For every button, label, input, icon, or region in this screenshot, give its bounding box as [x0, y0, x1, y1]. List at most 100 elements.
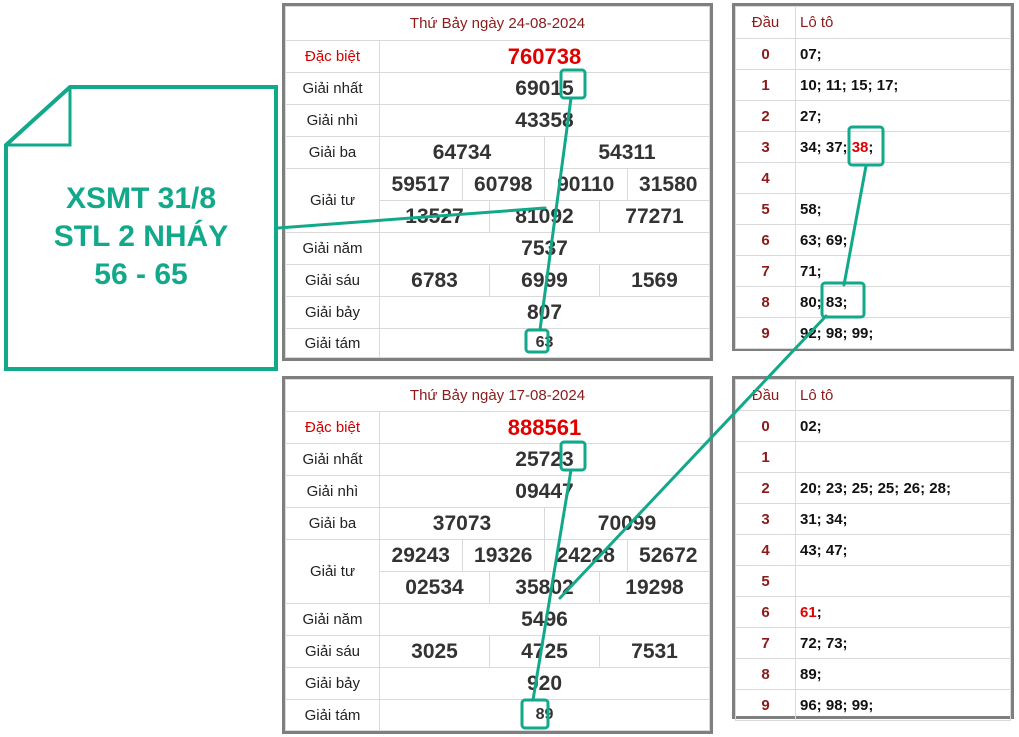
prize-label-first: Giải nhất: [285, 72, 380, 105]
prize-label-seventh: Giải bảy: [285, 296, 380, 329]
prize-fourth-5: 02534: [379, 571, 490, 604]
loto-dau: 6: [735, 596, 796, 628]
prize-seventh: 807: [379, 296, 710, 329]
loto-row: 4 43; 47;: [735, 534, 1011, 566]
loto-number: 15;: [850, 76, 873, 94]
loto-row: 8 80; 83;: [735, 286, 1011, 318]
prize-label-eighth: Giải tám: [285, 328, 380, 358]
prize-fourth-7: 19298: [599, 571, 710, 604]
prize-label-second: Giải nhì: [285, 104, 380, 137]
loto-values: [795, 565, 1011, 597]
prize-fourth-4: 31580: [626, 168, 710, 201]
loto-number: 83;: [825, 293, 848, 311]
loto-row: 1: [735, 441, 1011, 473]
loto-values: 43; 47;: [795, 534, 1011, 566]
loto-dau: 5: [735, 193, 796, 225]
loto-dau: 4: [735, 162, 796, 194]
loto-number: 20;: [800, 479, 822, 497]
prize-fourth-2: 60798: [461, 168, 545, 201]
loto-values: 20; 23; 25; 25; 26; 28;: [795, 472, 1011, 504]
loto-values: 72; 73;: [795, 627, 1011, 659]
prize-fourth-3: 90110: [544, 168, 628, 201]
loto-dau: 9: [735, 689, 796, 721]
prize-sixth-3: 1569: [599, 264, 710, 297]
loto-number: 73;: [825, 634, 848, 652]
loto-row: 0 07;: [735, 38, 1011, 70]
prize-special: 888561: [379, 411, 710, 444]
loto-number: 96;: [800, 696, 822, 714]
loto-number: 11;: [825, 76, 847, 94]
prize-first: 69015: [379, 72, 710, 105]
loto-head-loto: Lô tô: [795, 379, 1011, 411]
prize-label-third: Giải ba: [285, 507, 380, 540]
loto-row: 9 96; 98; 99;: [735, 689, 1011, 721]
loto-dau: 7: [735, 255, 796, 287]
loto-number: 47;: [825, 541, 848, 559]
loto-values: 07;: [795, 38, 1011, 70]
prize-label-eighth: Giải tám: [285, 699, 380, 731]
loto-row: 2 27;: [735, 100, 1011, 132]
prize-label-first: Giải nhất: [285, 443, 380, 476]
prize-label-sixth: Giải sáu: [285, 264, 380, 297]
loto-number: 99;: [851, 324, 874, 342]
loto-table-bottom: Đầu Lô tô 0 02; 1 2 20; 23; 25; 25; 26; 28; 3…: [732, 376, 1014, 721]
loto-number: 26;: [903, 479, 926, 497]
loto-number: 25;: [851, 479, 874, 497]
prize-fourth-7: 77271: [599, 200, 710, 233]
loto-dau: 1: [735, 69, 796, 101]
loto-number: 63;: [800, 231, 822, 249]
loto-row: 6 63; 69;: [735, 224, 1011, 256]
loto-values: 61;: [795, 596, 1011, 628]
loto-number: 31;: [800, 510, 822, 528]
loto-dau: 2: [735, 100, 796, 132]
prize-label-special: Đặc biệt: [285, 40, 380, 73]
prize-second: 09447: [379, 475, 710, 508]
loto-dau: 4: [735, 534, 796, 566]
loto-dau: 0: [735, 410, 796, 442]
loto-row: 0 02;: [735, 410, 1011, 442]
prize-sixth-1: 3025: [379, 635, 490, 668]
result-table-top: Thứ Bảy ngày 24-08-2024 Đặc biệt 760738 …: [282, 3, 713, 361]
prize-label-sixth: Giải sáu: [285, 635, 380, 668]
loto-number: 23;: [825, 479, 848, 497]
prize-sixth-2: 6999: [489, 264, 600, 297]
prize-eighth: 63: [379, 328, 710, 358]
prize-label-fourth: Giải tư: [285, 539, 380, 604]
loto-values: 71;: [795, 255, 1011, 287]
prize-fifth: 5496: [379, 603, 710, 636]
loto-values: 89;: [795, 658, 1011, 690]
loto-row: 9 92; 98; 99;: [735, 317, 1011, 349]
loto-row: 4: [735, 162, 1011, 194]
loto-number: 61: [800, 603, 817, 621]
draw-date: Thứ Bảy ngày 17-08-2024: [285, 379, 710, 412]
loto-values: [795, 441, 1011, 473]
loto-head-dau: Đầu: [735, 6, 796, 39]
loto-head-loto: Lô tô: [795, 6, 1011, 39]
loto-values: 34; 37; 38;: [795, 131, 1011, 163]
loto-row: 3 31; 34;: [735, 503, 1011, 535]
loto-number: 89;: [800, 665, 822, 683]
loto-number: 34;: [825, 510, 848, 528]
prize-sixth-1: 6783: [379, 264, 490, 297]
prize-third-1: 64734: [379, 136, 545, 169]
prize-first: 25723: [379, 443, 710, 476]
loto-number: ;: [816, 603, 822, 621]
loto-number: 99;: [851, 696, 874, 714]
prize-label-seventh: Giải bảy: [285, 667, 380, 700]
prize-third-2: 70099: [544, 507, 710, 540]
loto-values: 31; 34;: [795, 503, 1011, 535]
loto-dau: 3: [735, 503, 796, 535]
loto-number: 27;: [800, 107, 822, 125]
loto-number: 69;: [825, 231, 848, 249]
loto-number: 98;: [825, 696, 848, 714]
loto-dau: 0: [735, 38, 796, 70]
prize-fourth-1: 29243: [379, 539, 463, 572]
prize-second: 43358: [379, 104, 710, 137]
loto-dau: 8: [735, 286, 796, 318]
loto-number: 98;: [825, 324, 848, 342]
prize-fourth-6: 81092: [489, 200, 600, 233]
callout-line-1: XSMT 31/8: [65, 182, 217, 215]
callout-text: XSMT 31/8 STL 2 NHÁY 56 - 65: [4, 180, 278, 294]
loto-row: 7 71;: [735, 255, 1011, 287]
loto-row: 5: [735, 565, 1011, 597]
